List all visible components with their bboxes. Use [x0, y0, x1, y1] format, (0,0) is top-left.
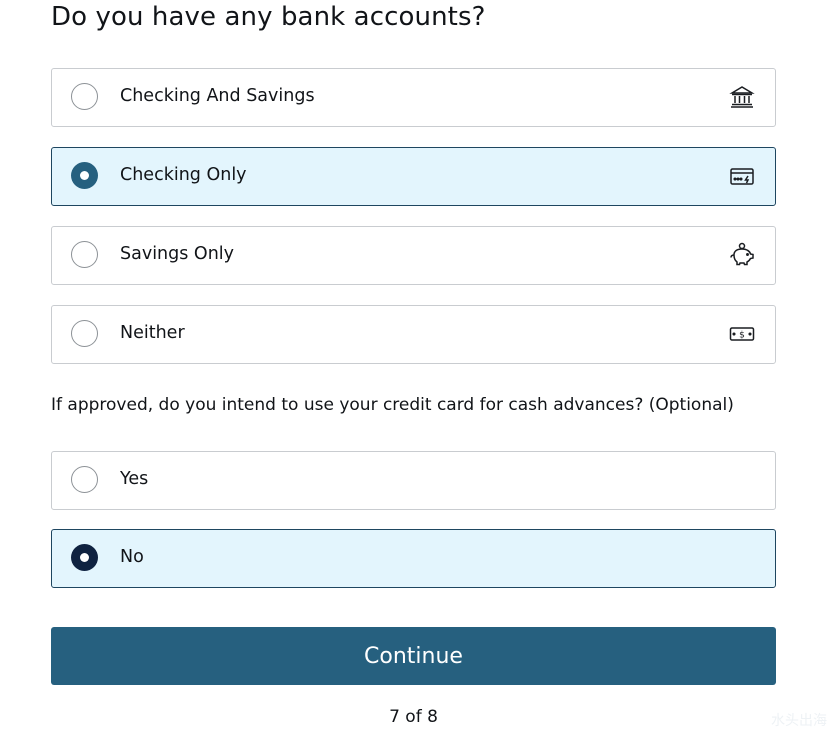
card-icon [730, 168, 754, 185]
step-progress: 7 of 8 [389, 707, 438, 727]
option-neither[interactable]: Neither $ [51, 305, 776, 364]
piggy-bank-icon [730, 242, 754, 266]
radio-button[interactable] [71, 466, 98, 493]
radio-button-selected[interactable] [71, 162, 98, 189]
option-label: Checking Only [120, 165, 247, 185]
option-label: No [120, 547, 144, 567]
watermark: 水头出海 [771, 713, 827, 729]
radio-button[interactable] [71, 241, 98, 268]
option-label: Neither [120, 323, 185, 343]
cash-icon: $ [729, 327, 755, 341]
option-label: Savings Only [120, 244, 235, 264]
option-label: Yes [120, 469, 149, 489]
option-checking-and-savings[interactable]: Checking And Savings [51, 68, 776, 127]
radio-button[interactable] [71, 83, 98, 110]
cash-advance-question: If approved, do you intend to use your c… [51, 395, 734, 415]
bank-icon [729, 86, 755, 108]
page-title: Do you have any bank accounts? [51, 2, 486, 32]
option-no[interactable]: No [51, 529, 776, 588]
option-savings-only[interactable]: Savings Only [51, 226, 776, 285]
option-yes[interactable]: Yes [51, 451, 776, 510]
radio-button[interactable] [71, 320, 98, 347]
svg-text:$: $ [739, 331, 745, 341]
option-checking-only[interactable]: Checking Only [51, 147, 776, 206]
option-label: Checking And Savings [120, 86, 315, 106]
radio-button-selected[interactable] [71, 544, 98, 571]
continue-button[interactable]: Continue [51, 627, 776, 685]
